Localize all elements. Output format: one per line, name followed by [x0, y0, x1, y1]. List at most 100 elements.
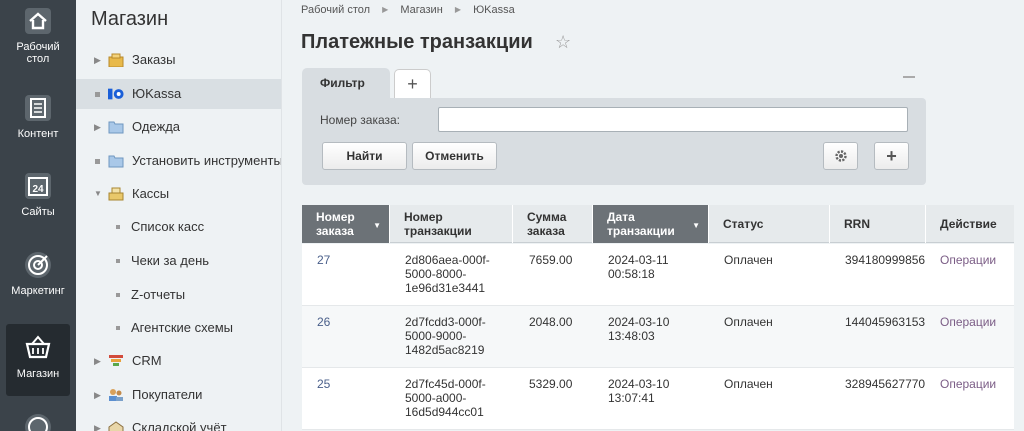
- tab-filter[interactable]: Фильтр: [302, 68, 390, 98]
- status-cell: Оплачен: [724, 315, 773, 329]
- expand-arrow-icon[interactable]: ▶: [94, 413, 101, 431]
- order-link[interactable]: 26: [317, 315, 330, 329]
- column-transaction-date[interactable]: Дата транзакции ▼: [593, 205, 709, 243]
- rail-label: Контент: [17, 128, 59, 140]
- column-status[interactable]: Статус: [709, 205, 830, 243]
- sidebar-item-yookassa[interactable]: ЮKassa: [76, 79, 281, 109]
- order-link[interactable]: 27: [317, 253, 330, 267]
- settings-button[interactable]: [823, 142, 858, 170]
- column-action[interactable]: Действие: [926, 205, 1014, 243]
- find-button[interactable]: Найти: [322, 142, 407, 170]
- sidebar-item-crm[interactable]: ▶ CRM: [76, 346, 281, 376]
- sort-down-icon: ▼: [692, 221, 700, 230]
- header-line: RRN: [844, 217, 870, 231]
- target-icon: [25, 252, 51, 278]
- cash-register-icon: [108, 187, 124, 201]
- date-line: 2024-03-10: [608, 315, 670, 329]
- document-icon: [25, 95, 51, 121]
- column-order-sum[interactable]: Сумма заказа: [513, 205, 593, 243]
- order-number-input[interactable]: [438, 107, 908, 132]
- bullet-icon: [95, 92, 100, 97]
- gear-icon: [834, 150, 847, 162]
- expand-arrow-icon[interactable]: ▶: [94, 112, 101, 142]
- sidebar-item-daily-checks[interactable]: Чеки за день: [76, 246, 281, 276]
- breadcrumb-item[interactable]: Магазин: [400, 4, 442, 16]
- rail-label: Сайты: [21, 206, 55, 218]
- users-icon: [109, 389, 123, 401]
- sidebar-item-customers[interactable]: ▶ Покупатели: [76, 380, 281, 410]
- rail-item-shop[interactable]: Магазин: [6, 324, 70, 396]
- sidebar-item-orders[interactable]: ▶ Заказы: [76, 45, 281, 75]
- operations-link[interactable]: Операции: [940, 253, 996, 267]
- rail-item-content[interactable]: Контент: [0, 93, 76, 140]
- operations-link[interactable]: Операции: [940, 315, 996, 329]
- rail-item-sites[interactable]: 24 Сайты: [0, 171, 76, 218]
- column-order-number[interactable]: Номер заказа ▼: [302, 205, 390, 243]
- calendar-icon: 24: [25, 173, 51, 199]
- add-filter-tab-button[interactable]: +: [394, 69, 431, 98]
- time-line: 13:07:41: [608, 391, 655, 405]
- expand-arrow-icon[interactable]: ▶: [94, 380, 101, 410]
- operations-link[interactable]: Операции: [940, 377, 996, 391]
- rail-item-marketing[interactable]: Маркетинг: [0, 250, 76, 297]
- breadcrumb-item[interactable]: Рабочий стол: [301, 4, 370, 16]
- sort-down-icon: ▼: [373, 221, 381, 230]
- sidebar-item-cashbox-list[interactable]: Список касс: [76, 212, 281, 242]
- column-rrn[interactable]: RRN: [830, 205, 926, 243]
- time-line: 13:48:03: [608, 329, 655, 343]
- tx-line: 1e96d31e3441: [405, 281, 486, 295]
- sidebar-item-agent-schemes[interactable]: Агентские схемы: [76, 313, 281, 343]
- sum-cell: 5329.00: [529, 377, 573, 391]
- sidebar-item-label: CRM: [132, 353, 162, 368]
- sidebar-item-cashboxes[interactable]: ▼ Кассы: [76, 179, 281, 209]
- header-line: транзакции: [404, 224, 472, 238]
- sidebar-item-label: ЮKassa: [132, 86, 182, 101]
- rrn-cell: 394180999856: [845, 253, 926, 267]
- clock-icon: [25, 414, 51, 431]
- sidebar-item-label: Чеки за день: [131, 253, 210, 268]
- rail-label: Магазин: [16, 368, 60, 380]
- rail-label: Маркетинг: [11, 285, 65, 297]
- sidebar-item-label: Установить инструменты и: [132, 153, 282, 168]
- sum-cell: 2048.00: [529, 315, 573, 329]
- sum-cell: 7659.00: [529, 253, 573, 267]
- rail-item-more[interactable]: [0, 412, 76, 431]
- table-row: 26 2d7fcdd3-000f- 5000-9000- 1482d5ac821…: [302, 306, 1014, 368]
- shop-sidebar: Магазин ▶ Заказы ЮKassa ▶ Одежда Установ…: [76, 0, 282, 431]
- chevron-right-icon: ▶: [454, 5, 461, 14]
- add-filter-button[interactable]: +: [874, 142, 909, 170]
- expand-arrow-icon[interactable]: ▶: [94, 45, 101, 75]
- order-link[interactable]: 25: [317, 377, 330, 391]
- calendar-day: 24: [32, 184, 44, 195]
- transaction-cell: 2d806aea-000f- 5000-8000- 1e96d31e3441: [405, 253, 490, 295]
- date-line: 2024-03-10: [608, 377, 670, 391]
- tx-line: 1482d5ac8219: [405, 343, 485, 357]
- date-cell: 2024-03-10 13:48:03: [608, 315, 669, 343]
- sidebar-item-install-tools[interactable]: Установить инструменты и: [76, 146, 282, 176]
- bullet-icon: [116, 259, 120, 263]
- sidebar-item-warehouse[interactable]: ▶ Складской учёт: [76, 413, 281, 431]
- bullet-icon: [116, 225, 120, 229]
- tx-line: 2d7fcdd3-000f-: [405, 315, 486, 329]
- collapse-arrow-icon[interactable]: ▼: [94, 179, 102, 209]
- star-icon[interactable]: ☆: [555, 32, 571, 53]
- crm-funnel-icon: [109, 355, 123, 366]
- rail-item-desktop[interactable]: Рабочий стол: [0, 6, 76, 65]
- main-menu-rail: Рабочий стол Контент 24 Сайты Маркетинг: [0, 0, 76, 431]
- sidebar-item-label: Список касс: [131, 219, 205, 234]
- column-transaction-number[interactable]: Номер транзакции: [390, 205, 513, 243]
- order-number-cell: 26: [317, 315, 330, 329]
- sidebar-item-z-reports[interactable]: Z-отчеты: [76, 280, 281, 310]
- transaction-cell: 2d7fc45d-000f- 5000-a000- 16d5d944cc01: [405, 377, 486, 419]
- main-content: Рабочий стол ▶ Магазин ▶ ЮKassa Платежны…: [283, 0, 1024, 431]
- cancel-button[interactable]: Отменить: [412, 142, 497, 170]
- table-row: 27 2d806aea-000f- 5000-8000- 1e96d31e344…: [302, 244, 1014, 306]
- tx-line: 5000-8000-: [405, 267, 467, 281]
- date-cell: 2024-03-11 00:58:18: [608, 253, 669, 281]
- breadcrumb-item[interactable]: ЮKassa: [473, 4, 515, 16]
- minimize-icon[interactable]: [903, 76, 915, 78]
- transaction-cell: 2d7fcdd3-000f- 5000-9000- 1482d5ac8219: [405, 315, 486, 357]
- expand-arrow-icon[interactable]: ▶: [94, 346, 101, 376]
- sidebar-item-clothes[interactable]: ▶ Одежда: [76, 112, 281, 142]
- status-cell: Оплачен: [724, 377, 773, 391]
